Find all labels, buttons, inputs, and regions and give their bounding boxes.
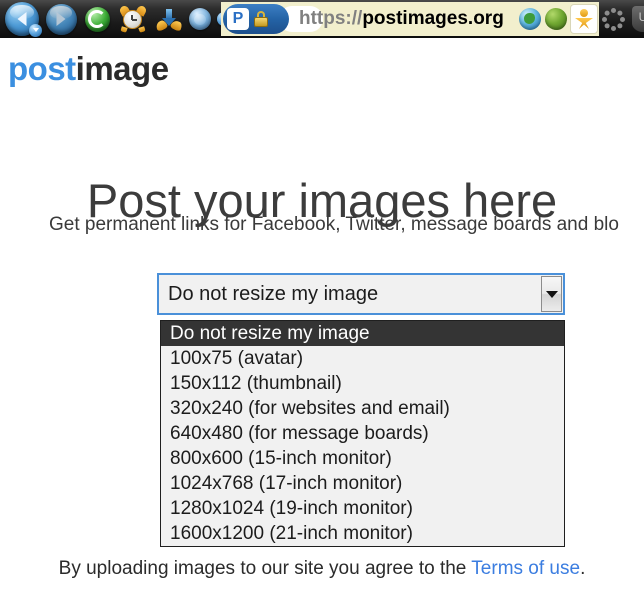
toolbar-right-icons bbox=[517, 2, 599, 36]
site-identity-chip[interactable]: P bbox=[223, 4, 289, 34]
globe-icon[interactable] bbox=[519, 8, 541, 30]
address-bar[interactable]: P https://postimages.org bbox=[221, 2, 517, 36]
browser-toolbar: P https://postimages.org U bbox=[0, 0, 644, 38]
person-icon[interactable] bbox=[571, 5, 597, 33]
terms-prefix: By uploading images to our site you agre… bbox=[58, 558, 472, 579]
url-scheme: https:// bbox=[299, 8, 363, 29]
forward-arrow-icon bbox=[45, 3, 77, 35]
terms-notice: By uploading images to our site you agre… bbox=[0, 558, 644, 580]
loading-spinner-icon bbox=[600, 6, 626, 32]
logo-image: image bbox=[75, 50, 169, 87]
shield-icon[interactable]: U bbox=[632, 6, 644, 32]
dropdown-option[interactable]: Do not resize my image bbox=[161, 321, 564, 346]
terms-of-use-link[interactable]: Terms of use bbox=[471, 558, 580, 579]
dropdown-option[interactable]: 1600x1200 (21-inch monitor) bbox=[161, 521, 564, 546]
url-host: postimages.org bbox=[362, 8, 504, 29]
alarm-clock-icon bbox=[118, 4, 148, 33]
forward-button[interactable] bbox=[42, 1, 80, 37]
back-arrow-icon bbox=[5, 2, 42, 37]
resize-select-value: Do not resize my image bbox=[168, 282, 379, 305]
dropdown-option[interactable]: 640x480 (for message boards) bbox=[161, 421, 564, 446]
logo-post: post bbox=[8, 50, 76, 87]
site-favicon: P bbox=[227, 8, 249, 30]
dropdown-option[interactable]: 1024x768 (17-inch monitor) bbox=[161, 471, 564, 496]
profile-button[interactable] bbox=[186, 1, 214, 37]
dropdown-option[interactable]: 150x112 (thumbnail) bbox=[161, 371, 564, 396]
refresh-icon bbox=[84, 6, 110, 32]
face-orb-icon bbox=[189, 8, 211, 30]
leaf-icon[interactable] bbox=[545, 8, 567, 30]
back-button[interactable] bbox=[2, 1, 42, 37]
reload-button[interactable] bbox=[80, 1, 114, 37]
dropdown-option[interactable]: 1280x1024 (19-inch monitor) bbox=[161, 496, 564, 521]
resize-select-dropdown[interactable]: Do not resize my image 100x75 (avatar) 1… bbox=[160, 320, 565, 547]
terms-suffix: . bbox=[580, 558, 586, 579]
download-icon bbox=[154, 7, 184, 32]
resize-select[interactable]: Do not resize my image bbox=[157, 273, 565, 315]
page-content: postimage Post your images here Get perm… bbox=[0, 38, 644, 591]
dropdown-option[interactable]: 320x240 (for websites and email) bbox=[161, 396, 564, 421]
dropdown-option[interactable]: 100x75 (avatar) bbox=[161, 346, 564, 371]
address-bar-text: https://postimages.org bbox=[299, 8, 504, 30]
lock-icon bbox=[254, 11, 268, 27]
downloads-button[interactable] bbox=[152, 1, 186, 37]
history-button[interactable] bbox=[114, 1, 152, 37]
site-logo[interactable]: postimage bbox=[8, 50, 169, 88]
page-subtitle: Get permanent links for Facebook, Twitte… bbox=[49, 214, 619, 235]
chevron-down-icon[interactable] bbox=[541, 276, 562, 312]
dropdown-option[interactable]: 800x600 (15-inch monitor) bbox=[161, 446, 564, 471]
